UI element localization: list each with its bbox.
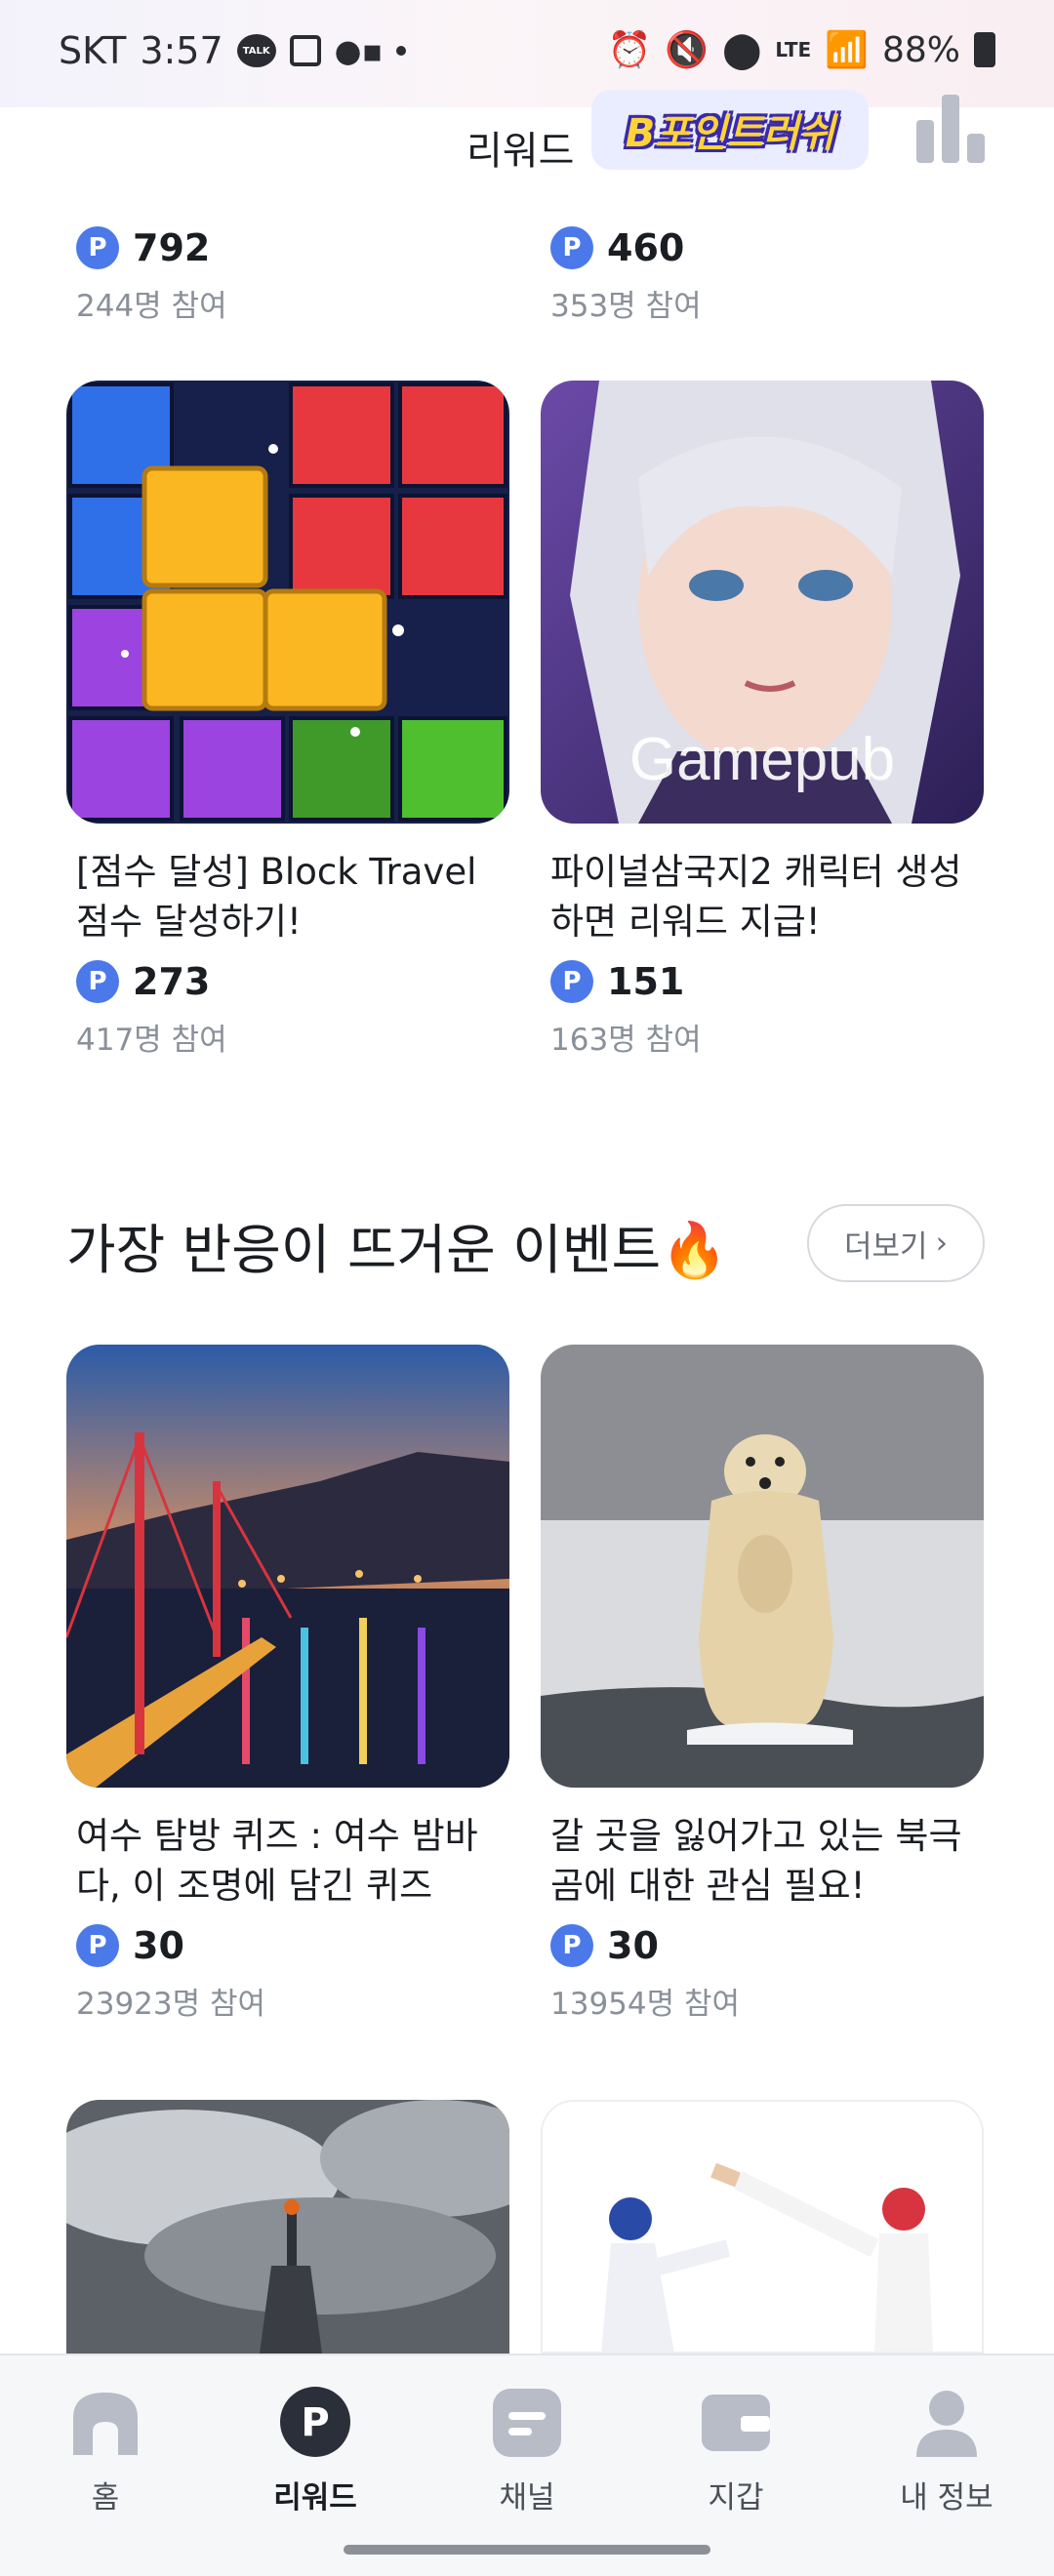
network-type: LTE <box>775 38 812 61</box>
participants-count: 353명 참여 <box>550 289 702 324</box>
card-title: 여수 탐방 퀴즈 : 여수 밤바다, 이 조명에 담긴 퀴즈 <box>76 1815 478 1907</box>
see-more-button[interactable]: 더보기 › <box>807 1204 985 1282</box>
see-more-label: 더보기 <box>844 1228 928 1265</box>
gamepub-watermark: Gamepub <box>628 726 896 793</box>
point-p-icon: P <box>76 226 119 269</box>
status-left: SKT 3:57 TALK ●▪ <box>59 29 407 72</box>
points-row: P 30 <box>541 1924 984 1967</box>
points-value: 460 <box>607 226 685 269</box>
nav-channel[interactable]: 채널 <box>449 2385 605 2516</box>
nav-wallet[interactable]: 지갑 <box>658 2385 814 2516</box>
fire-icon: 🔥 <box>661 1219 728 1281</box>
signal-icon: 📶 <box>825 30 869 70</box>
points-value: 792 <box>133 226 211 269</box>
event-card-yeosu[interactable]: 여수 탐방 퀴즈 : 여수 밤바다, 이 조명에 담긴 퀴즈 P 30 2392… <box>66 1345 509 2023</box>
ranking-chart-button[interactable] <box>912 93 991 171</box>
points-value: 273 <box>133 960 211 1003</box>
svg-text:P: P <box>301 2400 329 2445</box>
chart-bar-icon <box>967 134 985 163</box>
b-point-rush-banner[interactable]: B포인트러쉬 <box>591 90 869 170</box>
reward-card-partial[interactable]: P 792 244명 참여 <box>66 213 509 325</box>
points-row: P 273 <box>66 960 509 1003</box>
points-value: 30 <box>133 1924 184 1967</box>
mute-icon: 🔇 <box>665 30 709 70</box>
card-title: 파이널삼국지2 캐릭터 생성하면 리워드 지급! <box>550 851 962 943</box>
channel-icon <box>489 2385 565 2459</box>
participants-count: 163명 참여 <box>550 1023 702 1058</box>
status-bar: SKT 3:57 TALK ●▪ ⏰ 🔇 ⬤ LTE 📶 88% <box>0 0 1054 107</box>
bottom-navigation: 홈 P 리워드 채널 지갑 내 정보 <box>0 2354 1054 2576</box>
participants-count: 23923명 참여 <box>76 1987 266 2022</box>
points-row: P 460 <box>541 226 984 269</box>
gamepub-character-image: Gamepub <box>541 381 984 824</box>
nav-my-info[interactable]: 내 정보 <box>869 2385 1025 2516</box>
hot-events-section-title: 가장 반응이 뜨거운 이벤트🔥 <box>66 1206 728 1284</box>
nav-reward[interactable]: P 리워드 <box>237 2385 393 2516</box>
section-title-text: 가장 반응이 뜨거운 이벤트 <box>66 1219 662 1281</box>
point-p-icon: P <box>550 960 593 1003</box>
participants-count: 417명 참여 <box>76 1023 227 1058</box>
point-p-icon: P <box>550 226 593 269</box>
chevron-right-icon: › <box>935 1226 948 1261</box>
profile-icon <box>909 2385 985 2459</box>
points-value: 30 <box>607 1924 659 1967</box>
nav-wallet-label: 지갑 <box>708 2480 764 2516</box>
statue-of-liberty-image[interactable] <box>66 2100 509 2354</box>
nav-my-info-label: 내 정보 <box>900 2480 993 2516</box>
system-home-indicator[interactable] <box>344 2545 710 2555</box>
yeosu-night-bridge-image <box>66 1345 509 1788</box>
points-value: 151 <box>607 960 685 1003</box>
clock: 3:57 <box>140 29 223 72</box>
reward-card-partial[interactable]: P 460 353명 참여 <box>541 213 984 325</box>
point-p-icon: P <box>76 1924 119 1967</box>
participants-count: 13954명 참여 <box>550 1987 741 2022</box>
home-icon <box>67 2385 143 2459</box>
nav-channel-label: 채널 <box>499 2480 555 2516</box>
status-right: ⏰ 🔇 ⬤ LTE 📶 88% <box>607 29 995 70</box>
reward-card-final-samgukji[interactable]: Gamepub 파이널삼국지2 캐릭터 생성하면 리워드 지급! P 151 1… <box>541 381 984 1059</box>
chart-bar-icon <box>916 120 934 163</box>
points-row: P 30 <box>66 1924 509 1967</box>
card-title: 갈 곳을 잃어가고 있는 북극곰에 대한 관심 필요! <box>550 1815 962 1907</box>
nav-reward-label: 리워드 <box>273 2480 357 2516</box>
points-row: P 792 <box>66 226 509 269</box>
page-title: 리워드 <box>466 129 575 174</box>
location-icon: ⬤ <box>722 29 762 70</box>
points-row: P 151 <box>541 960 984 1003</box>
kakaotalk-notification-icon: TALK <box>236 34 276 67</box>
alarm-icon: ⏰ <box>607 30 652 70</box>
card-title: [점수 달성] Block Travel 점수 달성하기! <box>76 851 477 943</box>
more-notifications-dot-icon <box>396 46 407 56</box>
reward-card-block-travel[interactable]: [점수 달성] Block Travel 점수 달성하기! P 273 417명… <box>66 381 509 1059</box>
app-notification-icon: ●▪ <box>334 32 384 69</box>
taekwondo-image[interactable] <box>541 2100 984 2354</box>
participants-count: 244명 참여 <box>76 289 227 324</box>
battery-percent: 88% <box>881 29 960 70</box>
nav-home[interactable]: 홈 <box>27 2385 183 2516</box>
point-p-icon: P <box>76 960 119 1003</box>
reward-p-icon: P <box>277 2385 353 2459</box>
wallet-icon <box>698 2385 774 2459</box>
gallery-notification-icon <box>289 35 321 66</box>
chart-bar-icon <box>942 95 959 163</box>
battery-icon <box>974 32 995 67</box>
carrier-label: SKT <box>59 29 127 72</box>
event-card-polar-bear[interactable]: 갈 곳을 잃어가고 있는 북극곰에 대한 관심 필요! P 30 13954명 … <box>541 1345 984 2023</box>
nav-home-label: 홈 <box>91 2480 120 2516</box>
block-puzzle-image <box>66 381 509 824</box>
point-p-icon: P <box>550 1924 593 1967</box>
polar-bear-image <box>541 1345 984 1788</box>
